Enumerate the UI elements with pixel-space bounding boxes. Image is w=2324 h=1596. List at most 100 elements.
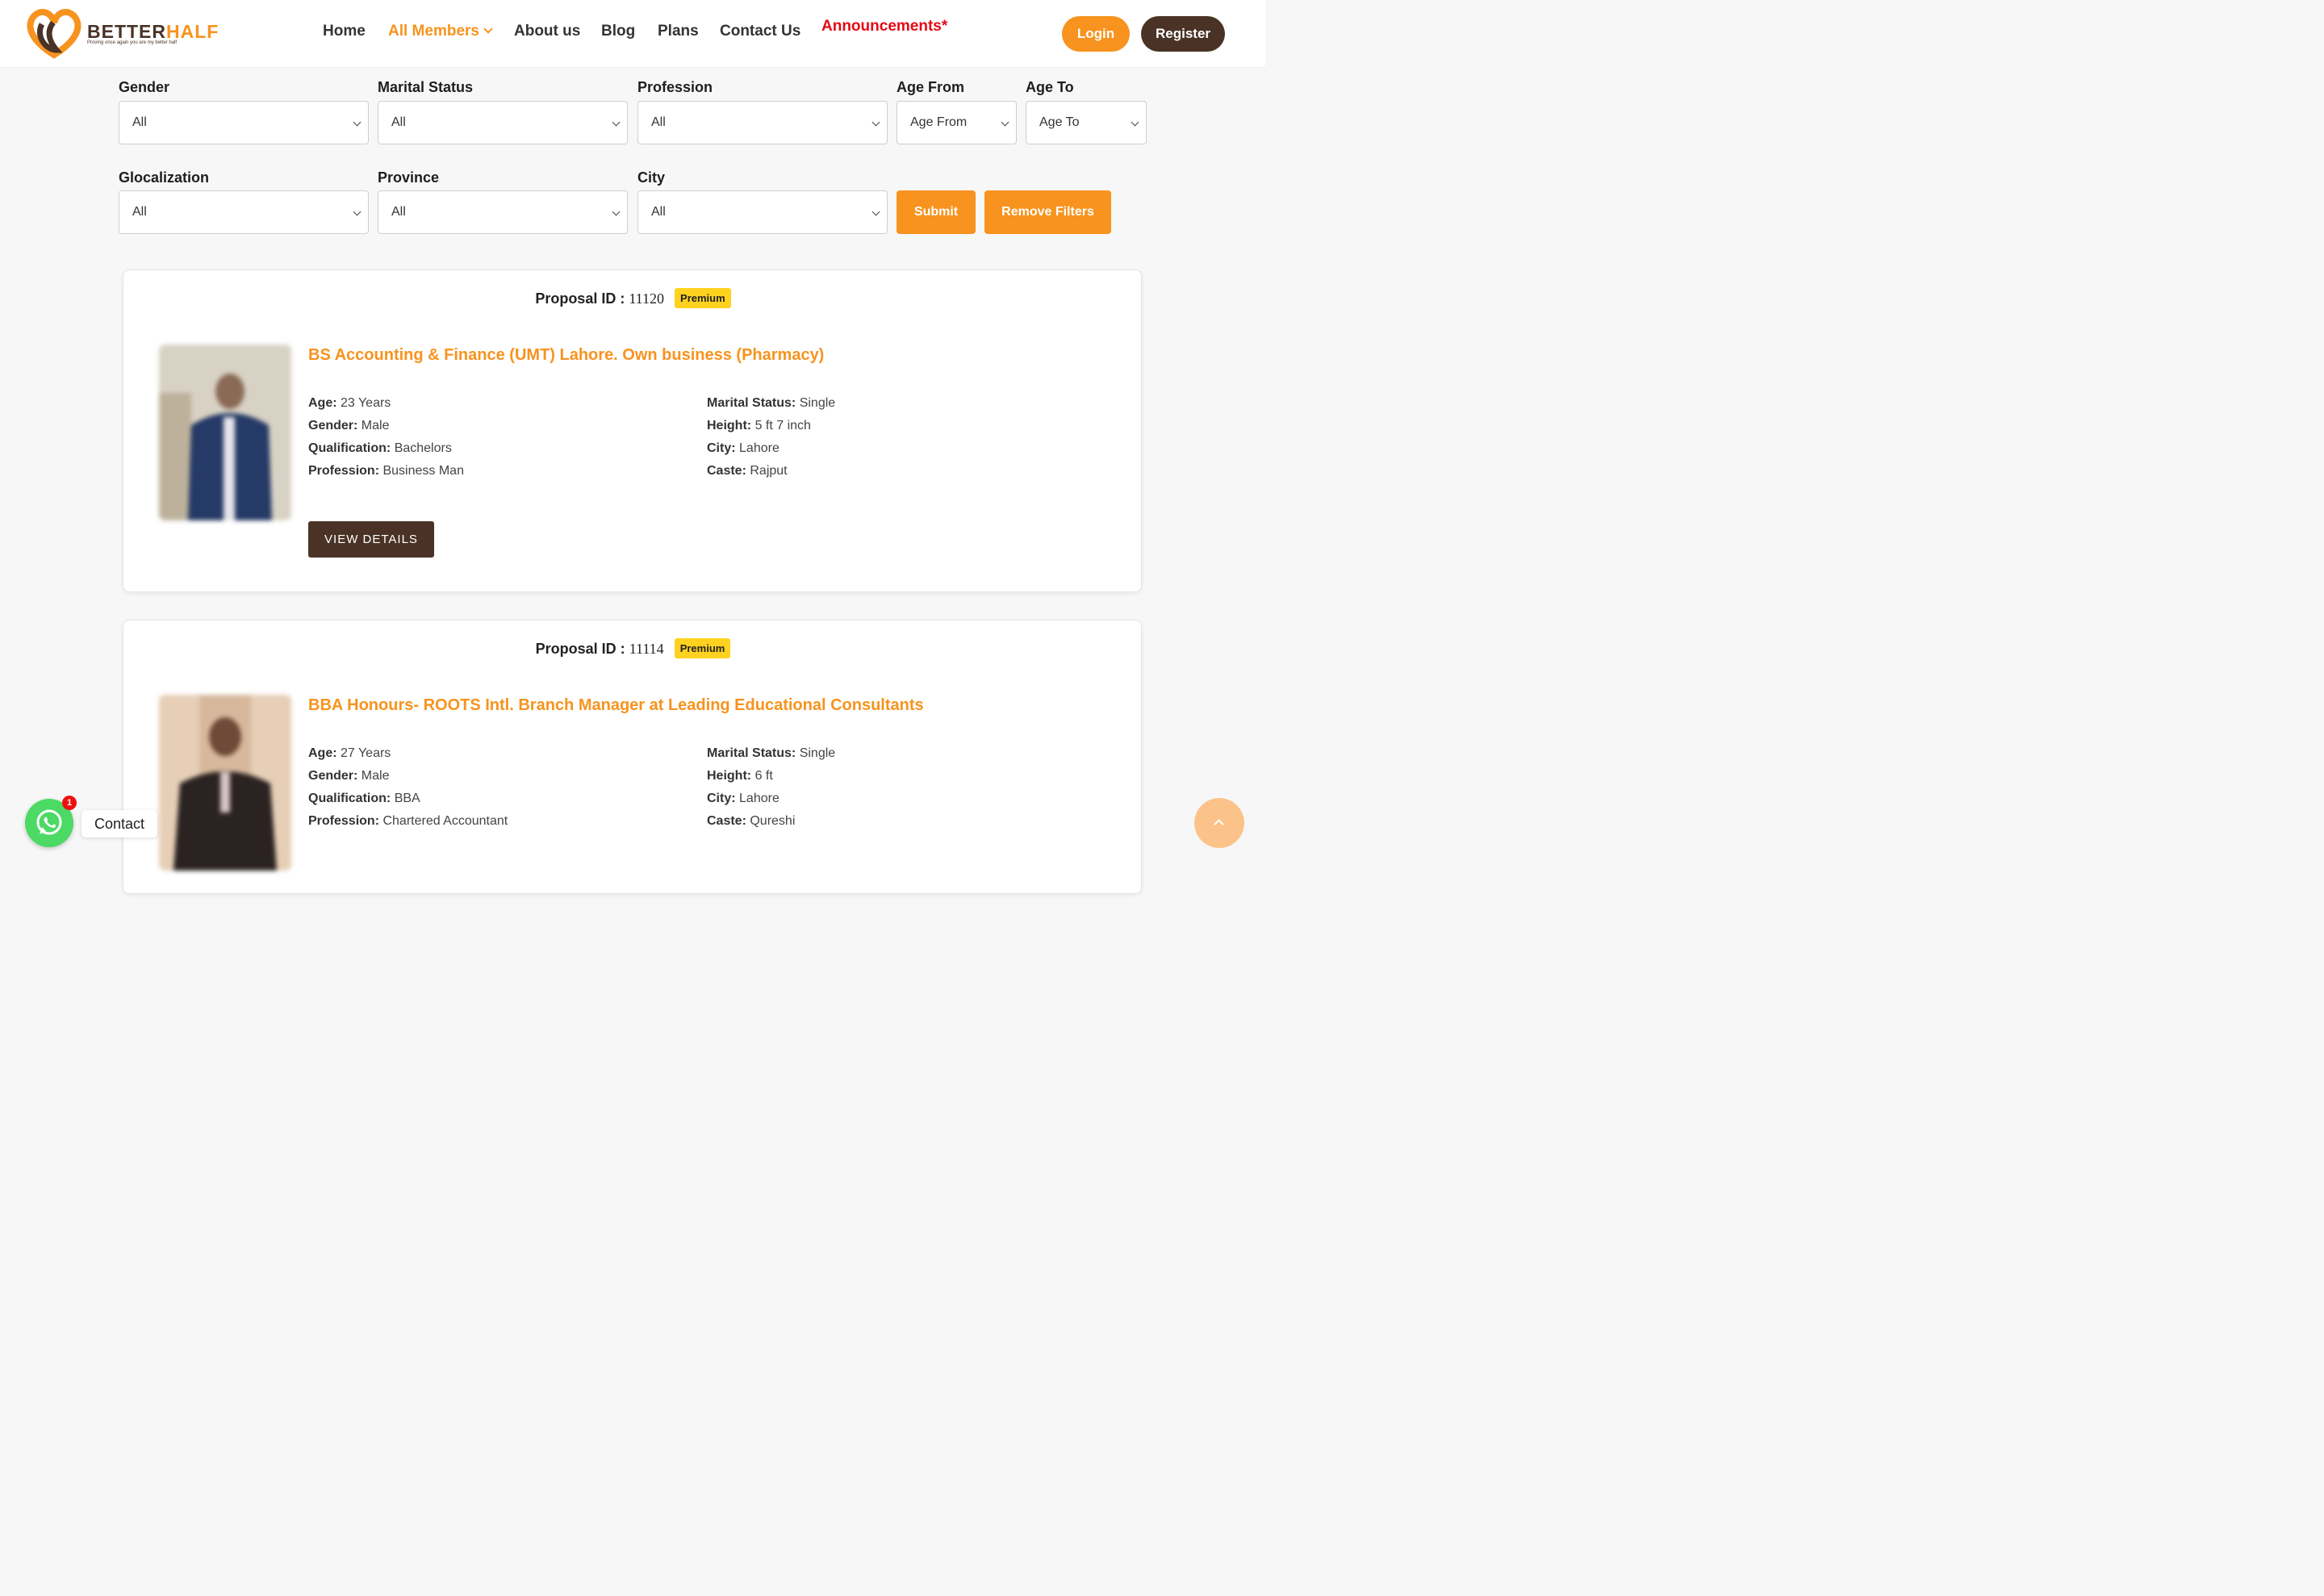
proposal-id-label: Proposal ID : [535,641,625,657]
logo-wordmark: BETTERHALF [87,21,219,42]
attr-city-value: Lahore [739,792,780,805]
attr-city-label: City: [707,792,736,805]
register-button[interactable]: Register [1141,16,1225,52]
attr-qualification: Qualification: BBA [308,792,420,806]
marital-status-label: Marital Status [378,79,474,95]
attr-qualification-label: Qualification: [308,792,391,805]
gender-select-value: All [132,115,147,129]
nav-contact[interactable]: Contact Us [720,23,800,40]
profile-photo[interactable] [159,695,291,871]
proposal-id-value: 11114 [629,641,664,657]
attr-profession-label: Profession: [308,464,380,478]
chevron-up-icon [1214,819,1224,829]
age-to-select[interactable]: Age To [1026,101,1147,144]
attr-city-value: Lahore [739,441,780,455]
attr-height-value: 5 ft 7 inch [754,419,811,432]
gender-select[interactable]: All [119,101,369,144]
age-from-label: Age From [897,79,965,95]
attr-caste-value: Qureshi [750,814,796,828]
attr-gender-value: Male [361,769,390,783]
attr-caste-value: Rajput [750,464,788,478]
attr-profession: Profession: Business Man [308,464,464,478]
submit-button[interactable]: Submit [897,190,976,234]
attr-height: Height: 6 ft [707,769,773,783]
attr-caste-label: Caste: [707,814,746,828]
chevron-down-icon [353,207,362,216]
attr-profession-label: Profession: [308,814,380,828]
view-details-button[interactable]: VIEW DETAILS [308,521,434,558]
attr-gender-value: Male [361,419,390,432]
province-select[interactable]: All [378,190,628,234]
premium-badge: Premium [675,288,731,308]
nav-all-members[interactable]: All Members [388,23,493,40]
remove-filters-button[interactable]: Remove Filters [984,190,1111,234]
attr-profession: Profession: Chartered Accountant [308,814,508,829]
site-header: BETTERHALF Proving once again you are my… [0,0,1265,68]
site-logo[interactable]: BETTERHALF Proving once again you are my… [24,8,218,60]
attr-qualification-value: Bachelors [394,441,452,455]
nav-about[interactable]: About us [514,23,580,40]
profile-photo[interactable] [159,345,291,520]
notification-badge: 1 [62,796,77,810]
proposal-id: Proposal ID : 11120 Premium [123,288,1143,308]
chevron-down-icon [483,24,493,34]
proposal-id-label: Proposal ID : [535,290,625,307]
attr-marital-value: Single [799,396,836,410]
marital-status-select-value: All [391,115,406,129]
profession-select-value: All [651,115,666,129]
marital-status-select[interactable]: All [378,101,628,144]
attr-height-value: 6 ft [754,769,773,783]
attr-profession-value: Chartered Accountant [382,814,508,828]
chevron-down-icon [872,207,880,216]
age-to-label: Age To [1026,79,1074,95]
nav-home[interactable]: Home [323,23,366,40]
attr-profession-value: Business Man [382,464,464,478]
attr-qualification: Qualification: Bachelors [308,441,452,456]
glocalization-select[interactable]: All [119,190,369,234]
nav-plans[interactable]: Plans [658,23,699,40]
attr-height-label: Height: [707,769,752,783]
contact-chat-label[interactable]: Contact [82,810,158,838]
login-button[interactable]: Login [1062,16,1130,52]
nav-blog[interactable]: Blog [601,23,635,40]
attr-age-label: Age: [308,746,337,760]
logo-tagline: Proving once again you are my better hal… [87,40,178,45]
province-select-value: All [391,205,406,219]
attr-height: Height: 5 ft 7 inch [707,419,811,433]
attr-gender-label: Gender: [308,769,358,783]
age-to-select-value: Age To [1039,115,1080,129]
scroll-to-top-button[interactable] [1194,798,1244,848]
chevron-down-icon [1001,118,1009,127]
attr-marital: Marital Status: Single [707,396,835,411]
gender-label: Gender [119,79,170,95]
city-label: City [637,169,666,186]
attr-qualification-value: BBA [394,792,420,805]
glocalization-select-value: All [132,205,147,219]
attr-marital-label: Marital Status: [707,396,796,410]
glocalization-label: Glocalization [119,169,210,186]
age-from-select[interactable]: Age From [897,101,1017,144]
attr-marital-label: Marital Status: [707,746,796,760]
nav-announcements[interactable]: Announcements* [821,18,947,36]
chevron-down-icon [353,118,362,127]
city-select[interactable]: All [637,190,888,234]
nav-all-members-label: All Members [388,23,479,40]
attr-age-value: 23 Years [341,396,391,410]
attr-gender: Gender: Male [308,419,389,433]
attr-city: City: Lahore [707,792,780,806]
proposal-title[interactable]: BS Accounting & Finance (UMT) Lahore. Ow… [308,346,824,365]
profession-select[interactable]: All [637,101,888,144]
proposal-id: Proposal ID : 11114 Premium [123,638,1143,658]
proposal-id-value: 11120 [629,290,665,307]
profession-label: Profession [637,79,713,95]
attr-marital-value: Single [799,746,836,760]
attr-city-label: City: [707,441,736,455]
proposal-title[interactable]: BBA Honours- ROOTS Intl. Branch Manager … [308,696,924,715]
chevron-down-icon [612,118,621,127]
attr-caste: Caste: Rajput [707,464,788,478]
attr-qualification-label: Qualification: [308,441,391,455]
attr-age-label: Age: [308,396,337,410]
attr-age: Age: 27 Years [308,746,391,761]
attr-age-value: 27 Years [341,746,391,760]
attr-marital: Marital Status: Single [707,746,835,761]
